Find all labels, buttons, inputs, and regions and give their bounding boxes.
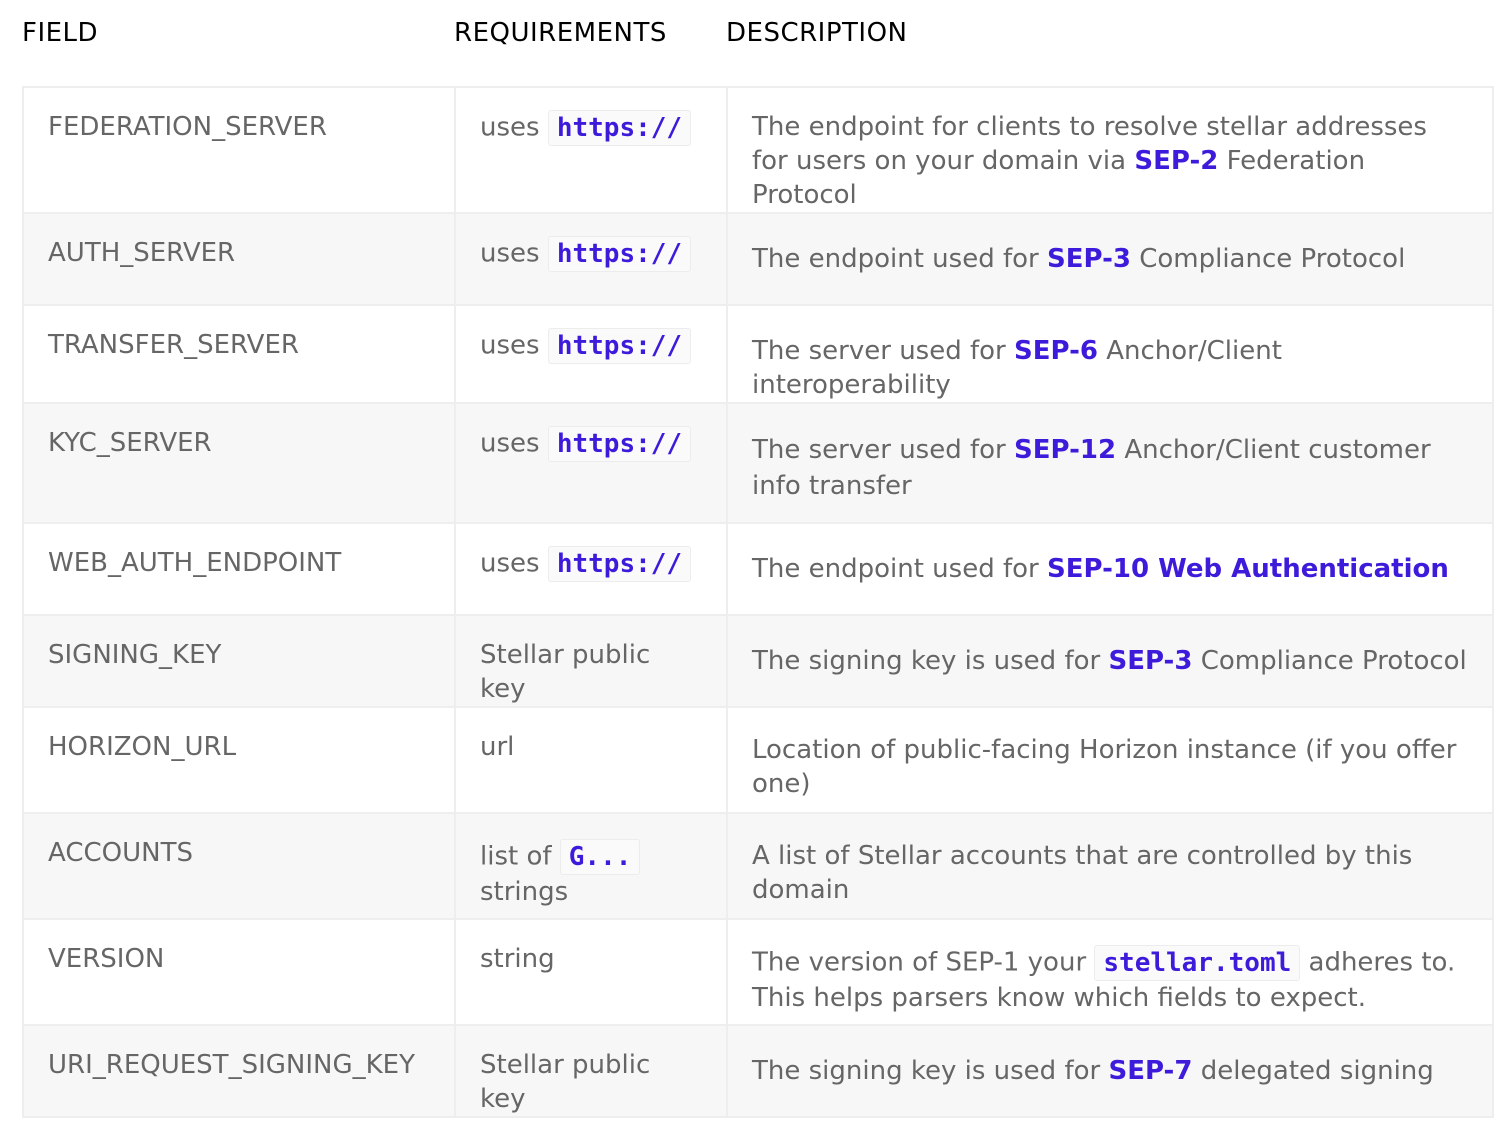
table-row: FEDERATION_SERVER uses https:// The endp… [22, 86, 1494, 214]
table-row: AUTH_SERVER uses https:// The endpoint u… [22, 212, 1494, 306]
requirement-prefix: uses [480, 548, 540, 579]
requirements-cell: uses https:// [454, 522, 728, 616]
field-name: AUTH_SERVER [48, 238, 236, 268]
requirements-cell: list of G... strings [454, 812, 728, 920]
requirements-cell: Stellar public key [454, 614, 728, 708]
field-cell: KYC_SERVER [22, 402, 456, 524]
field-cell: FEDERATION_SERVER [22, 86, 456, 214]
header-field: FIELD [22, 18, 99, 48]
table-row: TRANSFER_SERVER uses https:// The server… [22, 304, 1494, 404]
requirement-code: https:// [547, 546, 692, 582]
field-cell: HORIZON_URL [22, 706, 456, 814]
description-cell: The version of SEP-1 your stellar.toml a… [726, 918, 1494, 1026]
field-name: SIGNING_KEY [48, 640, 222, 670]
description-text: Location of public-facing Horizon instan… [752, 735, 1457, 799]
description-cell: The signing key is used for SEP-3 Compli… [726, 614, 1494, 708]
description-cell: The endpoint used for SEP-3 Compliance P… [726, 212, 1494, 306]
field-name: VERSION [48, 944, 165, 974]
description-text: The server used for [752, 435, 1014, 465]
requirements-cell: uses https:// [454, 212, 728, 306]
description-text: delegated signing [1192, 1056, 1434, 1086]
header-requirements: REQUIREMENTS [454, 18, 667, 48]
description-text: The version of SEP-1 your [752, 947, 1095, 978]
sep-12-link[interactable]: SEP-12 [1014, 435, 1116, 465]
requirements-cell: uses https:// [454, 86, 728, 214]
field-name: HORIZON_URL [48, 732, 237, 762]
field-name: URI_REQUEST_SIGNING_KEY [48, 1050, 415, 1080]
table-row: HORIZON_URL url Location of public-facin… [22, 706, 1494, 814]
requirements-cell: uses https:// [454, 402, 728, 524]
description-text: The signing key is used for [752, 646, 1109, 676]
field-name: ACCOUNTS [48, 838, 193, 868]
table-row: VERSION string The version of SEP-1 your… [22, 918, 1494, 1026]
description-cell: The endpoint used for SEP-10 Web Authent… [726, 522, 1494, 616]
field-cell: WEB_AUTH_ENDPOINT [22, 522, 456, 616]
sep-2-link[interactable]: SEP-2 [1134, 146, 1218, 176]
requirements-cell: Stellar public key [454, 1024, 728, 1118]
requirement-code: https:// [547, 236, 692, 272]
requirement-text: string [480, 944, 555, 974]
requirements-cell: string [454, 918, 728, 1026]
description-text: Compliance Protocol [1130, 244, 1406, 274]
description-cell: The signing key is used for SEP-7 delega… [726, 1024, 1494, 1118]
table-header: FIELD REQUIREMENTS DESCRIPTION [0, 0, 1506, 68]
sep-3-link[interactable]: SEP-3 [1108, 646, 1192, 676]
sep-10-link[interactable]: SEP-10 Web Authentication [1047, 554, 1449, 584]
requirement-prefix: uses [480, 238, 540, 269]
field-name: WEB_AUTH_ENDPOINT [48, 548, 342, 578]
requirement-code: https:// [547, 110, 692, 146]
field-cell: URI_REQUEST_SIGNING_KEY [22, 1024, 456, 1118]
description-text: A list of Stellar accounts that are cont… [752, 841, 1413, 905]
description-text: The signing key is used for [752, 1056, 1109, 1086]
requirement-prefix: list of [480, 841, 552, 872]
requirement-text: Stellar public key [480, 640, 651, 704]
requirements-cell: url [454, 706, 728, 814]
field-cell: SIGNING_KEY [22, 614, 456, 708]
field-cell: AUTH_SERVER [22, 212, 456, 306]
sep-7-link[interactable]: SEP-7 [1108, 1056, 1192, 1086]
requirement-prefix: uses [480, 428, 540, 459]
field-cell: ACCOUNTS [22, 812, 456, 920]
requirement-prefix: uses [480, 112, 540, 143]
stellar-toml-code: stellar.toml [1094, 945, 1301, 981]
requirement-prefix: uses [480, 330, 540, 361]
field-name: FEDERATION_SERVER [48, 112, 327, 142]
field-name: KYC_SERVER [48, 428, 212, 458]
sep-6-link[interactable]: SEP-6 [1014, 336, 1098, 366]
table-row: WEB_AUTH_ENDPOINT uses https:// The endp… [22, 522, 1494, 616]
description-cell: The server used for SEP-6 Anchor/Client … [726, 304, 1494, 404]
header-description: DESCRIPTION [726, 18, 908, 48]
requirement-code: https:// [547, 426, 692, 462]
description-text: Compliance Protocol [1192, 646, 1467, 676]
requirement-text: url [480, 732, 515, 762]
description-text: The endpoint used for [752, 244, 1047, 274]
field-cell: TRANSFER_SERVER [22, 304, 456, 404]
table-row: ACCOUNTS list of G... strings A list of … [22, 812, 1494, 920]
table-row: SIGNING_KEY Stellar public key The signi… [22, 614, 1494, 708]
description-text: The endpoint used for [752, 554, 1047, 584]
field-name: TRANSFER_SERVER [48, 330, 299, 360]
description-cell: Location of public-facing Horizon instan… [726, 706, 1494, 814]
requirement-suffix: strings [480, 877, 569, 907]
table-row: URI_REQUEST_SIGNING_KEY Stellar public k… [22, 1024, 1494, 1118]
fields-table: FEDERATION_SERVER uses https:// The endp… [22, 86, 1494, 1118]
description-cell: The server used for SEP-12 Anchor/Client… [726, 402, 1494, 524]
description-text: The server used for [752, 336, 1014, 366]
description-cell: A list of Stellar accounts that are cont… [726, 812, 1494, 920]
table-row: KYC_SERVER uses https:// The server used… [22, 402, 1494, 524]
sep-3-link[interactable]: SEP-3 [1047, 244, 1131, 274]
requirement-code: https:// [547, 328, 692, 364]
description-cell: The endpoint for clients to resolve stel… [726, 86, 1494, 214]
requirement-text: Stellar public key [480, 1050, 651, 1114]
requirement-code: G... [559, 839, 641, 875]
field-cell: VERSION [22, 918, 456, 1026]
requirements-cell: uses https:// [454, 304, 728, 404]
